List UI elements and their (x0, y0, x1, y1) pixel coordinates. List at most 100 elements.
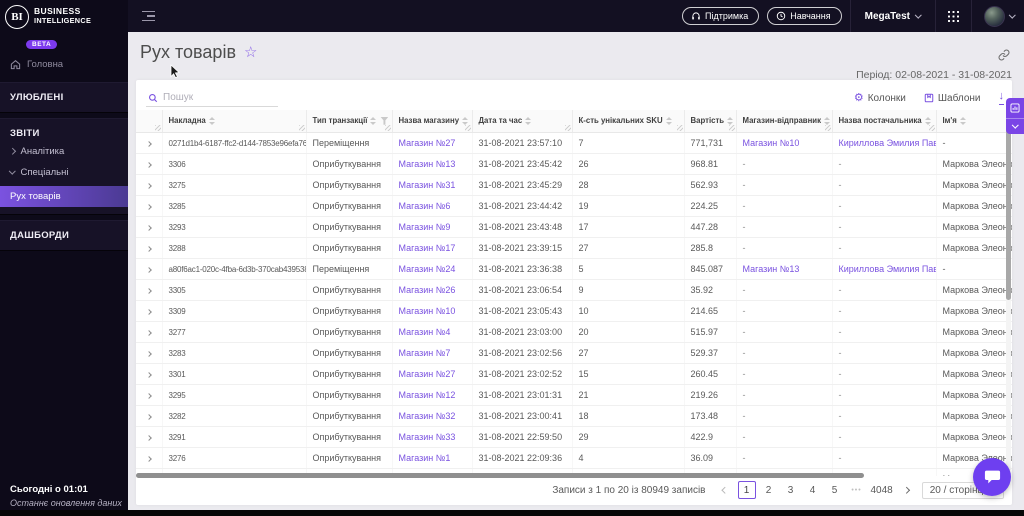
expand-row-icon[interactable] (145, 413, 152, 420)
page-button-4048[interactable]: 4048 (870, 481, 894, 499)
chevron-down-icon[interactable] (1006, 119, 1024, 133)
column-resize-handle[interactable] (564, 124, 571, 131)
sort-icon[interactable] (462, 117, 469, 125)
table-row[interactable]: 3276 Оприбуткування Магазин №1 31-08-202… (136, 447, 1012, 469)
menu-fold-icon[interactable] (142, 10, 155, 22)
table-row[interactable]: 3283 Оприбуткування Магазин №7 31-08-202… (136, 342, 1012, 364)
sort-icon[interactable] (924, 117, 931, 125)
shop-link[interactable]: Магазин №32 (399, 411, 456, 421)
column-header-sender[interactable]: Магазин-відправник (736, 110, 833, 133)
column-header-datetime[interactable]: Дата та час (472, 110, 573, 133)
search-input[interactable]: Пошук (146, 89, 278, 107)
column-resize-handle[interactable] (824, 124, 831, 131)
table-row[interactable]: 3291 Оприбуткування Магазин №33 31-08-20… (136, 426, 1012, 448)
sort-icon[interactable] (208, 117, 215, 125)
expand-row-icon[interactable] (145, 371, 152, 378)
shop-link[interactable]: Магазин №10 (399, 306, 456, 316)
table-row[interactable]: 3282 Оприбуткування Магазин №32 31-08-20… (136, 405, 1012, 427)
download-icon[interactable]: ↓ (998, 91, 1004, 106)
training-button[interactable]: Навчання (767, 7, 842, 25)
shop-link[interactable]: Магазин №27 (399, 138, 456, 148)
supplier-link[interactable]: Кириллова Эмилия Павловна (839, 138, 936, 148)
expand-row-icon[interactable] (145, 245, 152, 252)
expand-row-icon[interactable] (145, 203, 152, 210)
vertical-scrollbar[interactable] (1006, 110, 1011, 470)
app-logo[interactable]: BI BUSINESS INTELLIGENCE (0, 0, 128, 33)
scrollbar-thumb[interactable] (136, 473, 864, 478)
column-header-name[interactable]: Ім'я (936, 110, 1012, 133)
shop-link[interactable]: Магазин №4 (399, 327, 451, 337)
expand-row-icon[interactable] (145, 329, 152, 336)
column-header-type[interactable]: Тип транзакції (306, 110, 393, 133)
sidebar-item-special[interactable]: Спеціальні (0, 162, 128, 183)
column-resize-handle[interactable] (676, 124, 683, 131)
table-row[interactable]: 3309 Оприбуткування Магазин №10 31-08-20… (136, 300, 1012, 322)
expand-row-icon[interactable] (145, 266, 152, 273)
sidebar-item-analytics[interactable]: Аналітика (0, 141, 128, 162)
shop-link[interactable]: Магазин №9 (399, 222, 451, 232)
expand-row-icon[interactable] (145, 392, 152, 399)
apps-grid-icon[interactable] (947, 10, 959, 22)
table-row[interactable]: 3277 Оприбуткування Магазин №4 31-08-202… (136, 321, 1012, 343)
user-menu[interactable] (972, 5, 1024, 27)
sender-link[interactable]: Магазин №13 (743, 264, 800, 274)
column-resize-handle[interactable] (384, 124, 391, 131)
sort-icon[interactable] (727, 117, 734, 125)
favorite-star-icon[interactable]: ☆ (244, 45, 257, 60)
table-row[interactable]: 3285 Оприбуткування Магазин №6 31-08-202… (136, 195, 1012, 217)
chat-button[interactable] (973, 458, 1011, 496)
shop-link[interactable]: Магазин №31 (399, 180, 456, 190)
column-resize-handle[interactable] (298, 124, 305, 131)
column-header-supplier[interactable]: Назва постачальника (832, 110, 937, 133)
support-button[interactable]: Підтримка (682, 7, 760, 25)
column-header-sku[interactable]: К-сть унікальних SKU (572, 110, 685, 133)
shop-link[interactable]: Магазин №27 (399, 369, 456, 379)
column-header-value[interactable]: Вартість (684, 110, 737, 133)
expand-row-icon[interactable] (145, 434, 152, 441)
column-resize-handle[interactable] (928, 124, 935, 131)
page-ellipsis[interactable]: ••• (848, 481, 866, 499)
columns-button[interactable]: ⚙ Колонки (854, 92, 906, 104)
column-resize-handle[interactable] (464, 124, 471, 131)
templates-button[interactable]: Шаблони (924, 93, 981, 104)
column-header-invoice[interactable]: Накладна (162, 110, 307, 133)
shop-link[interactable]: Магазин №7 (399, 348, 451, 358)
table-row[interactable]: 0271d1b4-6187-ffc2-d144-7853e96efa76 Пер… (136, 132, 1012, 154)
table-row[interactable]: 3275 Оприбуткування Магазин №31 31-08-20… (136, 174, 1012, 196)
page-button-1[interactable]: 1 (737, 481, 756, 499)
shop-link[interactable]: Магазин №13 (399, 159, 456, 169)
page-button-4[interactable]: 4 (804, 481, 822, 499)
sort-icon[interactable] (824, 117, 830, 125)
bar-chart-icon[interactable] (1006, 98, 1024, 119)
expand-row-icon[interactable] (145, 140, 152, 147)
table-row[interactable]: 3288 Оприбуткування Магазин №17 31-08-20… (136, 237, 1012, 259)
sidebar-section-favorites[interactable]: УЛЮБЛЕНІ (0, 82, 128, 113)
shop-link[interactable]: Магазин №17 (399, 243, 456, 253)
sort-icon[interactable] (525, 117, 532, 125)
expand-row-icon[interactable] (145, 182, 152, 189)
table-row[interactable]: 3293 Оприбуткування Магазин №9 31-08-202… (136, 216, 1012, 238)
table-row[interactable]: a80f6ac1-020c-4fba-6d3b-370cab439538 Пер… (136, 258, 1012, 280)
next-page-button[interactable] (898, 481, 914, 499)
sidebar-item-goods-movement[interactable]: Рух товарів (0, 186, 128, 207)
horizontal-scrollbar[interactable] (136, 472, 1012, 479)
expand-row-icon[interactable] (145, 350, 152, 357)
shop-link[interactable]: Магазин №1 (399, 453, 451, 463)
sidebar-item-home[interactable]: Головна (0, 51, 128, 77)
sort-icon[interactable] (959, 117, 966, 125)
table-row[interactable]: 3301 Оприбуткування Магазин №27 31-08-20… (136, 363, 1012, 385)
page-button-3[interactable]: 3 (782, 481, 800, 499)
prev-page-button[interactable] (718, 481, 734, 499)
chart-panel-toggle[interactable] (1006, 98, 1024, 134)
supplier-link[interactable]: Кириллова Эмилия Павловна (839, 264, 936, 274)
page-button-5[interactable]: 5 (826, 481, 844, 499)
sidebar-section-dashboards[interactable]: ДАШБОРДИ (0, 220, 128, 251)
expand-row-icon[interactable] (145, 287, 152, 294)
table-row[interactable]: 3305 Оприбуткування Магазин №26 31-08-20… (136, 279, 1012, 301)
expand-row-icon[interactable] (145, 308, 152, 315)
share-link-icon[interactable] (998, 48, 1010, 66)
table-row[interactable]: 3306 Оприбуткування Магазин №13 31-08-20… (136, 153, 1012, 175)
column-resize-handle[interactable] (728, 124, 735, 131)
column-header-shop[interactable]: Назва магазину (392, 110, 473, 133)
page-button-2[interactable]: 2 (760, 481, 778, 499)
